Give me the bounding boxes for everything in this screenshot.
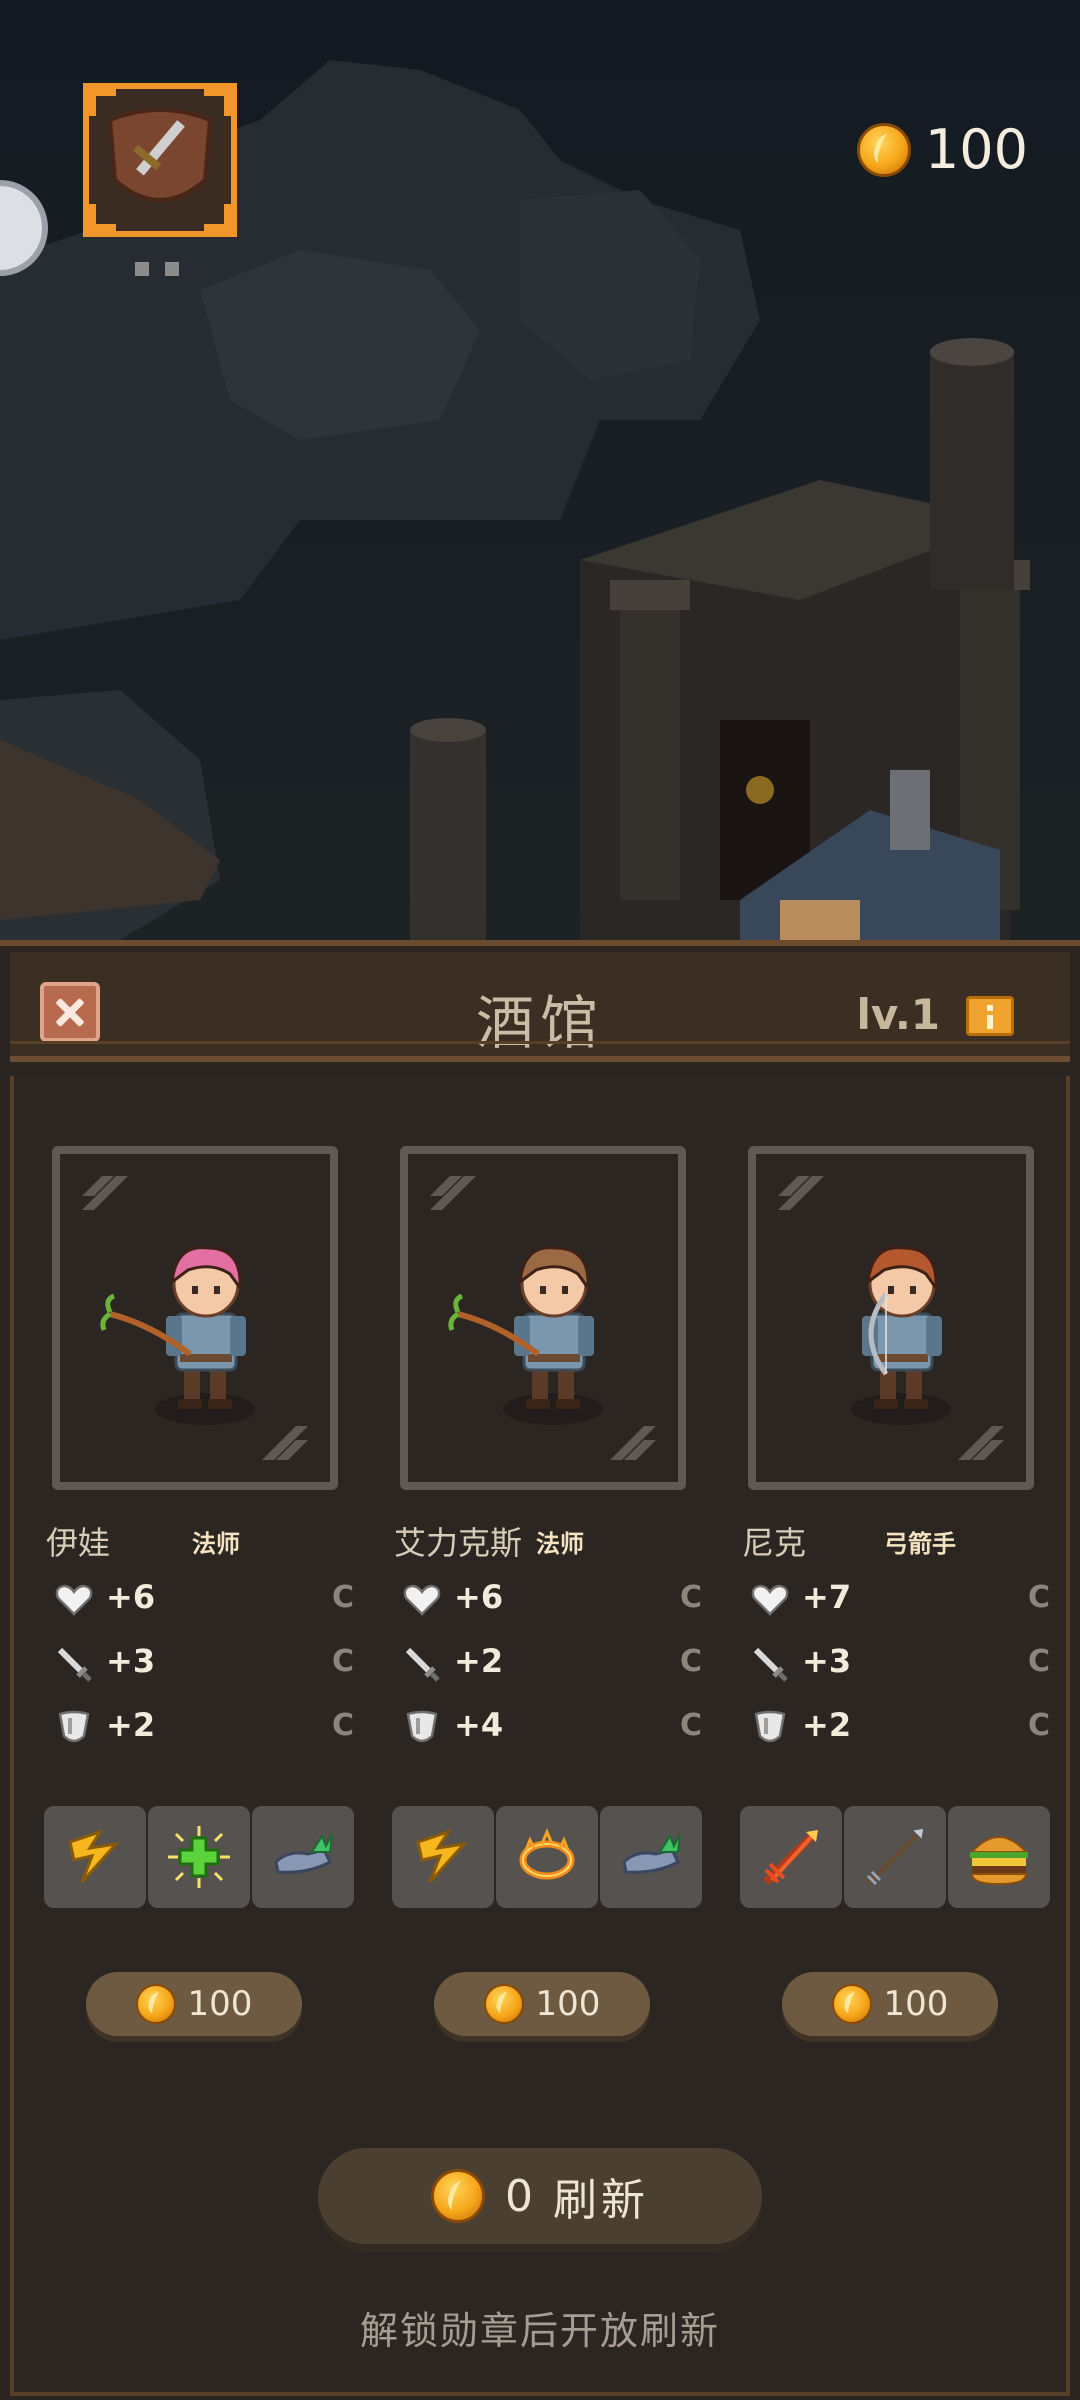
stat-grade: C <box>331 1580 354 1615</box>
stat-row: +3 C <box>54 1638 354 1688</box>
hero-recruit-card[interactable]: 尼克 弓箭手 +7 C +3 C +2 C 100 <box>738 1146 1058 2036</box>
refresh-label: 刷新 <box>553 2175 649 2226</box>
skill-slot[interactable] <box>948 1806 1050 1908</box>
stat-grade: C <box>1027 1644 1050 1679</box>
page-indicator <box>135 262 179 276</box>
skill-list <box>392 1806 702 1908</box>
stat-value: +6 <box>454 1578 504 1616</box>
stat-value: +7 <box>802 1578 852 1616</box>
stat-row: +2 C <box>54 1702 354 1752</box>
stat-value: +3 <box>802 1642 852 1680</box>
refresh-button[interactable]: 0 刷新 <box>318 2148 762 2244</box>
sword-shield-icon <box>83 83 237 237</box>
hero-class: 法师 <box>536 1530 584 1558</box>
hire-button[interactable]: 100 <box>782 1972 998 2036</box>
stat-value: +4 <box>454 1706 504 1744</box>
gold-coin-icon <box>856 122 911 177</box>
hero-portrait <box>100 1246 255 1425</box>
shield-icon <box>402 1708 442 1748</box>
skill-slot[interactable] <box>844 1806 946 1908</box>
stat-value: +3 <box>106 1642 156 1680</box>
hero-class: 弓箭手 <box>884 1530 956 1558</box>
skill-list <box>44 1806 354 1908</box>
hero-recruit-card[interactable]: 艾力克斯 法师 +6 C +2 C +4 C 100 <box>390 1146 710 2036</box>
stat-grade: C <box>331 1708 354 1743</box>
stat-row: +6 C <box>402 1574 702 1624</box>
hero-name: 伊娃 <box>46 1524 111 1562</box>
stat-row: +2 C <box>750 1702 1050 1752</box>
gold-coin-icon <box>483 1984 524 2024</box>
stat-grade: C <box>679 1644 702 1679</box>
hire-button[interactable]: 100 <box>86 1972 302 2036</box>
shield-icon <box>54 1708 94 1748</box>
refresh-cost: 0 <box>505 2170 533 2222</box>
skill-slot[interactable] <box>740 1806 842 1908</box>
hero-recruit-card[interactable]: 伊娃 法师 +6 C +3 C +2 C 100 <box>42 1146 362 2036</box>
hero-name: 尼克 <box>742 1524 807 1562</box>
unlock-tip: 解锁勋章后开放刷新 <box>359 2309 720 2353</box>
hero-class: 法师 <box>192 1530 240 1558</box>
skill-slot[interactable] <box>600 1806 702 1908</box>
hire-price: 100 <box>535 1984 601 2024</box>
gold-coin-icon <box>431 2169 485 2223</box>
gold-counter: 100 <box>856 118 1028 181</box>
gold-coin-icon <box>831 1984 872 2024</box>
stat-value: +6 <box>106 1578 156 1616</box>
skill-slot[interactable] <box>496 1806 598 1908</box>
stat-grade: C <box>679 1580 702 1615</box>
skill-slot[interactable] <box>392 1806 494 1908</box>
stat-row: +7 C <box>750 1574 1050 1624</box>
stat-grade: C <box>1027 1580 1050 1615</box>
hero-portrait <box>851 1246 951 1425</box>
hero-portrait <box>448 1246 603 1425</box>
stat-value: +2 <box>454 1642 504 1680</box>
panel-header: 酒馆 lv.1 <box>10 952 1070 1062</box>
stat-row: +3 C <box>750 1638 1050 1688</box>
hire-price: 100 <box>883 1984 949 2024</box>
sword-icon <box>402 1644 442 1684</box>
shield-icon <box>750 1708 790 1748</box>
skill-slot[interactable] <box>252 1806 354 1908</box>
hero-card-frame[interactable] <box>748 1146 1034 1490</box>
info-button[interactable] <box>966 996 1014 1036</box>
stat-grade: C <box>331 1644 354 1679</box>
skill-list <box>740 1806 1050 1908</box>
gold-coin-icon <box>135 1984 176 2024</box>
stat-row: +4 C <box>402 1702 702 1752</box>
sword-icon <box>750 1644 790 1684</box>
gold-amount: 100 <box>924 118 1028 181</box>
stat-grade: C <box>679 1708 702 1743</box>
hire-button[interactable]: 100 <box>434 1972 650 2036</box>
hero-name: 艾力克斯 <box>394 1524 523 1562</box>
stat-row: +6 C <box>54 1574 354 1624</box>
tavern-level: lv.1 <box>856 990 940 1039</box>
background-scene: 100 <box>0 0 1080 940</box>
hero-card-frame[interactable] <box>400 1146 686 1490</box>
stat-row: +2 C <box>402 1638 702 1688</box>
heart-icon <box>402 1580 442 1620</box>
sword-icon <box>54 1644 94 1684</box>
skill-slot[interactable] <box>44 1806 146 1908</box>
stat-value: +2 <box>106 1706 156 1744</box>
heart-icon <box>54 1580 94 1620</box>
skill-slot[interactable] <box>148 1806 250 1908</box>
stat-value: +2 <box>802 1706 852 1744</box>
medal-badge-button[interactable] <box>80 80 240 240</box>
hire-price: 100 <box>187 1984 253 2024</box>
stat-grade: C <box>1027 1708 1050 1743</box>
hero-card-frame[interactable] <box>52 1146 338 1490</box>
heart-icon <box>750 1580 790 1620</box>
